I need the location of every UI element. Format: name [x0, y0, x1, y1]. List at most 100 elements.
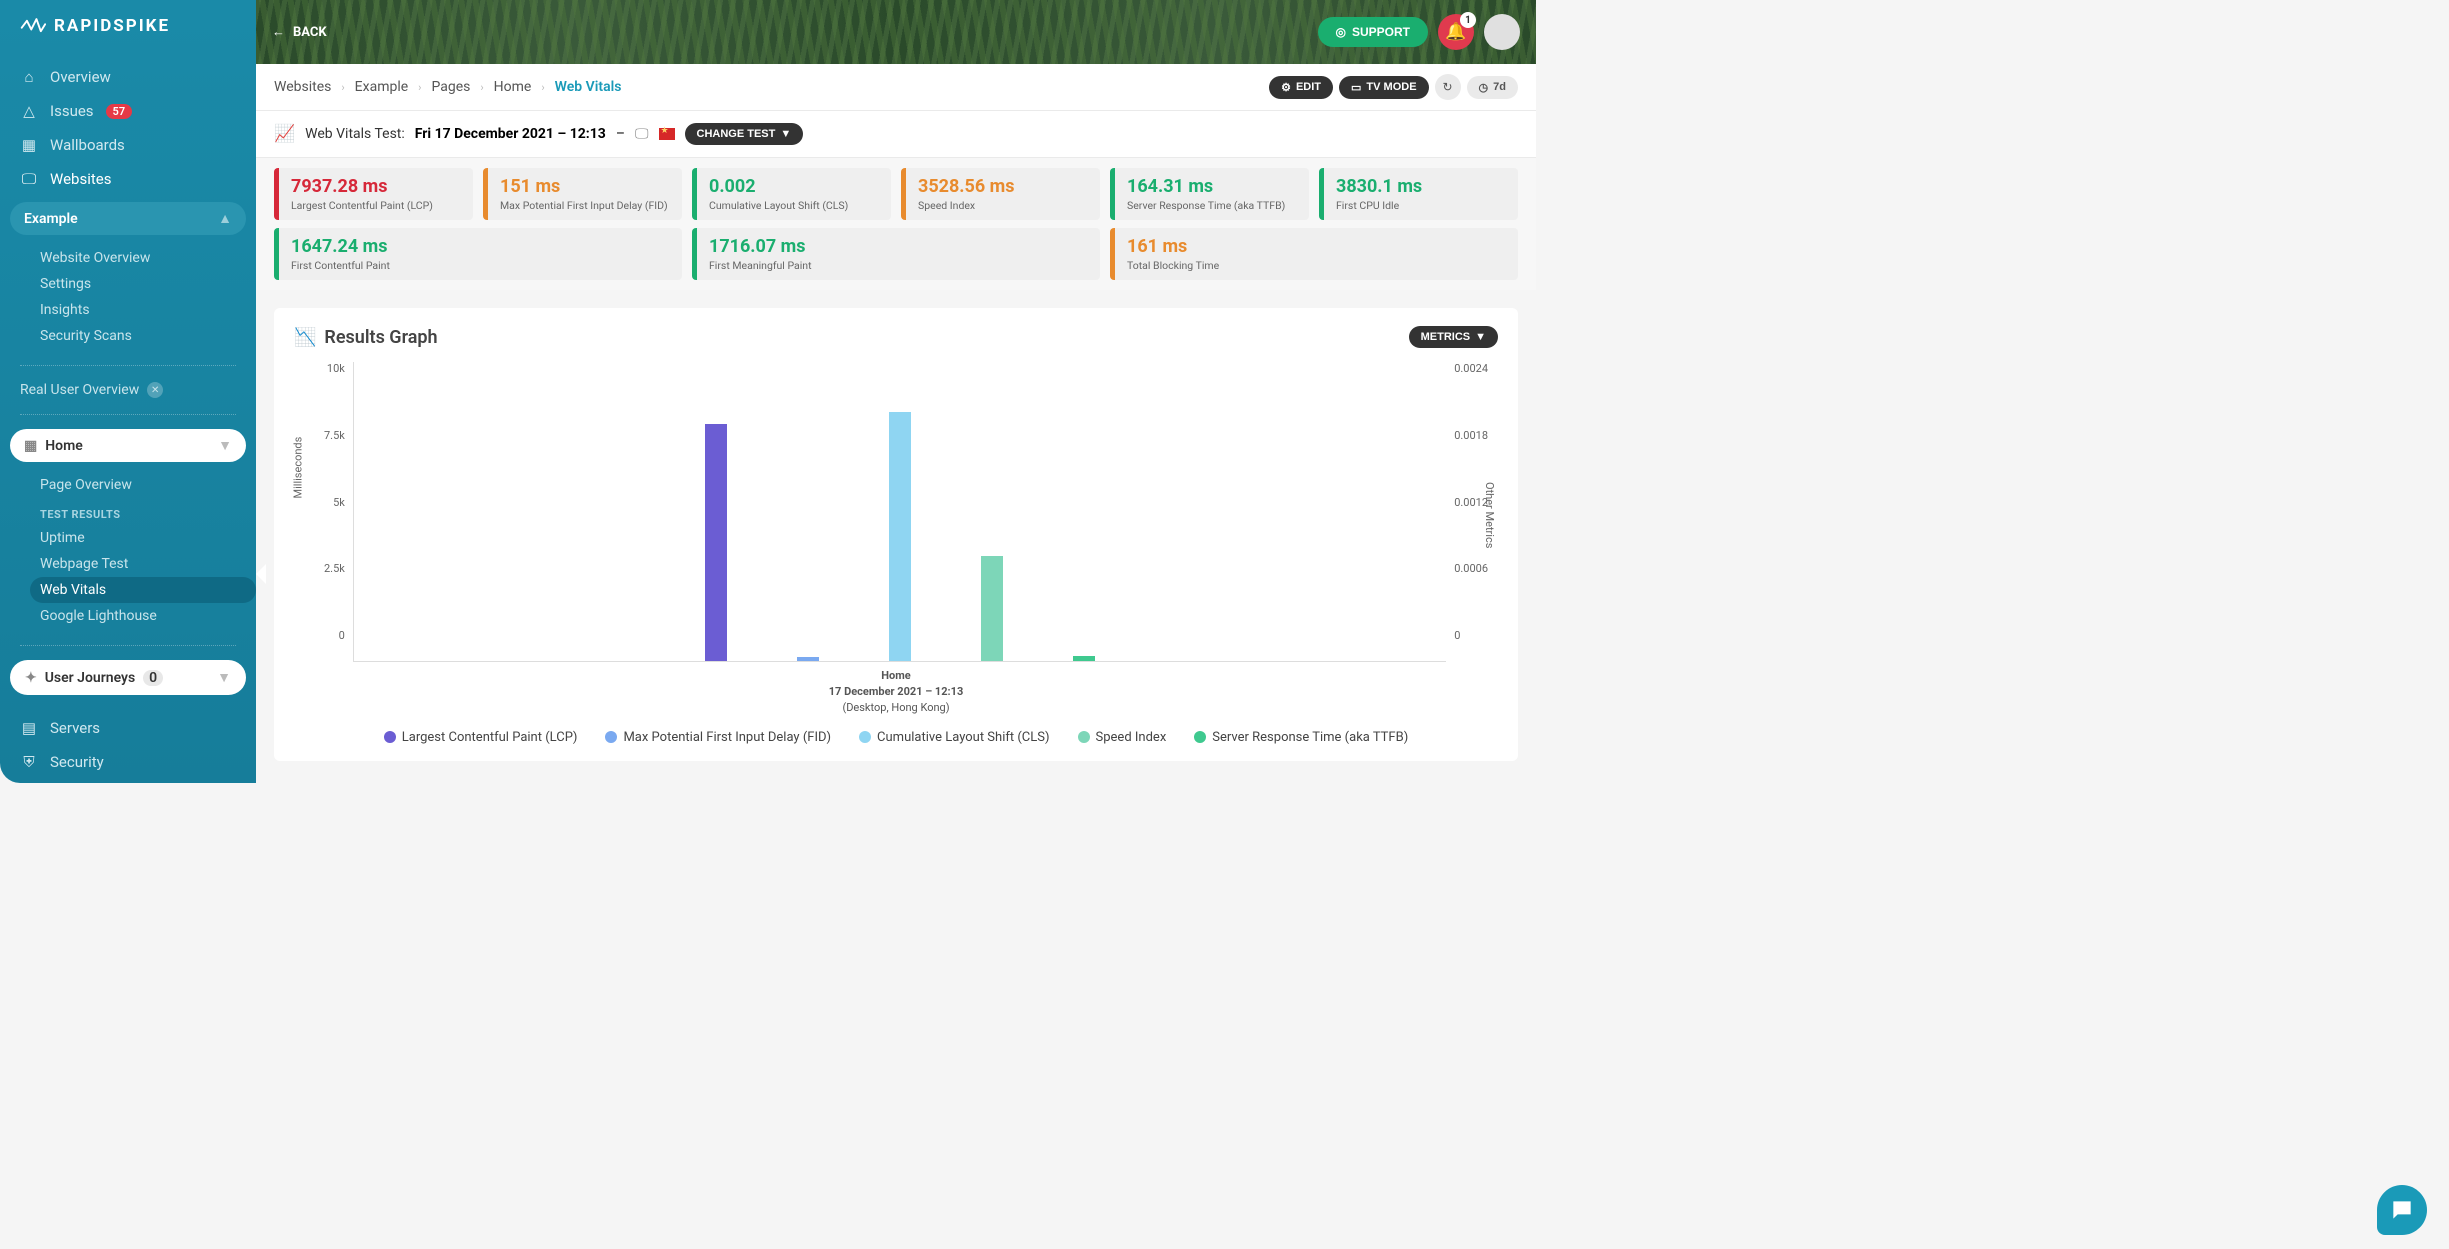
- sidebar-item-webpage-test[interactable]: Webpage Test: [30, 551, 256, 577]
- metric-tile[interactable]: 7937.28 msLargest Contentful Paint (LCP): [274, 168, 473, 220]
- chart-bar[interactable]: [797, 657, 819, 662]
- sidebar-item-google-lighthouse[interactable]: Google Lighthouse: [30, 603, 256, 629]
- nav-overview-label: Overview: [50, 68, 111, 86]
- y-tick: 10k: [324, 362, 345, 375]
- notification-count: 1: [1460, 12, 1476, 28]
- sidebar-item-insights[interactable]: Insights: [30, 297, 256, 323]
- y-axis-label-left: Milliseconds: [292, 437, 305, 499]
- close-icon[interactable]: ✕: [147, 382, 163, 398]
- legend-item[interactable]: Largest Contentful Paint (LCP): [384, 730, 578, 745]
- tv-mode-button[interactable]: ▭TV MODE: [1339, 76, 1429, 99]
- y-tick: 0.0024: [1454, 362, 1488, 375]
- sidebar-item-real-user-overview[interactable]: Real User Overview ✕: [0, 374, 256, 406]
- legend-swatch: [859, 731, 871, 743]
- chart-bar[interactable]: [705, 424, 727, 661]
- metric-label: Max Potential First Input Delay (FID): [500, 199, 670, 212]
- nav-security[interactable]: ⛨Security: [8, 745, 248, 779]
- metric-label: Server Response Time (aka TTFB): [1127, 199, 1297, 212]
- user-journeys-label: User Journeys: [45, 670, 135, 686]
- arrow-left-icon: ←: [272, 24, 285, 40]
- chart-line-icon: 📉: [294, 327, 316, 348]
- legend-item[interactable]: Speed Index: [1078, 730, 1167, 745]
- legend-item[interactable]: Cumulative Layout Shift (CLS): [859, 730, 1049, 745]
- metric-tile[interactable]: 3830.1 msFirst CPU Idle: [1319, 168, 1518, 220]
- chart-bars: [354, 362, 1446, 661]
- nav-servers[interactable]: ▤Servers: [8, 711, 248, 745]
- metric-tile[interactable]: 151 msMax Potential First Input Delay (F…: [483, 168, 682, 220]
- test-prefix: Web Vitals Test:: [305, 126, 405, 142]
- support-label: SUPPORT: [1352, 25, 1410, 39]
- gear-icon: ⚙: [1281, 81, 1291, 94]
- user-journeys-pill[interactable]: ✦User Journeys0 ▼: [10, 660, 246, 695]
- brand-logo[interactable]: RAPIDSPIKE: [0, 0, 256, 60]
- sidebar-item-uptime[interactable]: Uptime: [30, 525, 256, 551]
- divider: [20, 365, 236, 366]
- caption-line-1: Home: [294, 668, 1498, 684]
- legend-label: Cumulative Layout Shift (CLS): [877, 730, 1049, 745]
- change-test-label: CHANGE TEST: [697, 128, 776, 140]
- chat-fab[interactable]: [2377, 1185, 2427, 1235]
- y-tick: 7.5k: [324, 429, 345, 442]
- nav-issues-label: Issues: [50, 102, 94, 120]
- legend-swatch: [1194, 731, 1206, 743]
- nav-issues[interactable]: △Issues57: [8, 94, 248, 128]
- edit-label: EDIT: [1296, 81, 1321, 93]
- caption-line-2: 17 December 2021 – 12:13: [294, 684, 1498, 700]
- nav-overview[interactable]: ⌂Overview: [8, 60, 248, 94]
- nav-wallboards[interactable]: ▦Wallboards: [8, 128, 248, 162]
- date-range-button[interactable]: ◷7d: [1467, 76, 1518, 99]
- metric-tile[interactable]: 1716.07 msFirst Meaningful Paint: [692, 228, 1100, 280]
- change-test-button[interactable]: CHANGE TEST▼: [685, 123, 804, 145]
- y-tick: 2.5k: [324, 562, 345, 575]
- legend-item[interactable]: Server Response Time (aka TTFB): [1194, 730, 1408, 745]
- metrics-button[interactable]: METRICS▼: [1409, 326, 1498, 348]
- divider: [20, 645, 236, 646]
- sidebar-item-security-scans[interactable]: Security Scans: [30, 323, 256, 349]
- main-content: ←BACK ◎SUPPORT 🔔 1 Websites› Example› Pa…: [256, 0, 1536, 783]
- nav-websites[interactable]: 🖵 Websites: [8, 162, 248, 196]
- page-selector-pill[interactable]: ▦Home ▼: [10, 429, 246, 462]
- flag-icon: [659, 128, 675, 140]
- test-suffix: –: [616, 126, 625, 142]
- warning-icon: △: [20, 102, 38, 120]
- results-graph-card: 📉 Results Graph METRICS▼ Milliseconds 10k…: [274, 308, 1518, 761]
- chart-bar[interactable]: [889, 412, 911, 661]
- sidebar-item-web-vitals[interactable]: Web Vitals: [30, 577, 256, 603]
- crumb-current: Web Vitals: [555, 79, 622, 95]
- chart-bar[interactable]: [1073, 656, 1095, 661]
- sidebar-item-website-overview[interactable]: Website Overview: [30, 245, 256, 271]
- crumb-pages[interactable]: Pages: [431, 79, 470, 95]
- refresh-button[interactable]: ↻: [1435, 74, 1461, 100]
- crumb-websites[interactable]: Websites: [274, 79, 331, 95]
- tv-label: TV MODE: [1366, 81, 1416, 93]
- chevron-down-icon: ▼: [1475, 331, 1486, 343]
- support-button[interactable]: ◎SUPPORT: [1318, 17, 1429, 47]
- metric-tile[interactable]: 0.002Cumulative Layout Shift (CLS): [692, 168, 891, 220]
- metric-tile[interactable]: 161 msTotal Blocking Time: [1110, 228, 1518, 280]
- metric-tile[interactable]: 3528.56 msSpeed Index: [901, 168, 1100, 220]
- chevron-up-icon: ▲: [218, 210, 232, 227]
- sidebar-item-settings[interactable]: Settings: [30, 271, 256, 297]
- nav-websites-label: Websites: [50, 170, 111, 188]
- metric-tile[interactable]: 1647.24 msFirst Contentful Paint: [274, 228, 682, 280]
- chart-bar[interactable]: [981, 556, 1003, 662]
- x-axis-caption: Home 17 December 2021 – 12:13 (Desktop, …: [294, 668, 1498, 716]
- chart-plot: Milliseconds 10k7.5k5k2.5k0 0.00240.0018…: [294, 362, 1498, 662]
- legend-item[interactable]: Max Potential First Input Delay (FID): [605, 730, 831, 745]
- metric-tiles: 7937.28 msLargest Contentful Paint (LCP)…: [256, 158, 1536, 290]
- notifications-button[interactable]: 🔔 1: [1438, 14, 1474, 50]
- metric-tile[interactable]: 164.31 msServer Response Time (aka TTFB): [1110, 168, 1309, 220]
- edit-button[interactable]: ⚙ EDIT: [1269, 76, 1333, 99]
- metric-value: 0.002: [709, 176, 879, 197]
- sidebar-item-page-overview[interactable]: Page Overview: [30, 472, 256, 498]
- crumb-home[interactable]: Home: [494, 79, 532, 95]
- chevron-down-icon: ▼: [218, 437, 232, 454]
- back-button[interactable]: ←BACK: [272, 24, 327, 40]
- chevron-right-icon: ›: [541, 81, 544, 94]
- site-selector-pill[interactable]: Example ▲: [10, 202, 246, 235]
- crumb-example[interactable]: Example: [355, 79, 408, 95]
- user-avatar[interactable]: [1484, 14, 1520, 50]
- monitor-icon: 🖵: [20, 170, 38, 188]
- card-title-text: Results Graph: [324, 327, 437, 348]
- active-indicator-arrow: [256, 564, 266, 584]
